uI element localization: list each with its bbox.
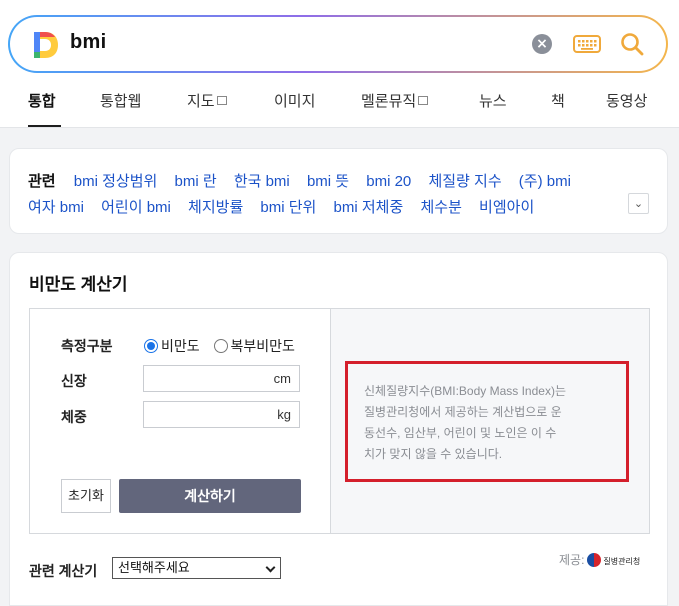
external-link-icon bbox=[216, 96, 227, 105]
info-line: 신체질량지수(BMI:Body Mass Index)는 bbox=[364, 384, 566, 398]
calculate-button[interactable]: 계산하기 bbox=[119, 479, 301, 513]
related-searches: 관련 bmi 정상범위 bmi 란 한국 bmi bmi 뜻 bmi 20 체질… bbox=[9, 148, 668, 234]
calculator-form: 측정구분 비만도 복부비만도 신장 cm 체중 kg 초기화 계산하기 bbox=[30, 309, 331, 533]
chevron-down-icon bbox=[265, 562, 276, 573]
measure-type-radio-group: 비만도 복부비만도 bbox=[144, 336, 305, 356]
tab-melon-music[interactable]: 멜론뮤직 bbox=[361, 90, 429, 111]
related-row-1: 관련 bmi 정상범위 bmi 란 한국 bmi bmi 뜻 bmi 20 체질… bbox=[28, 170, 584, 191]
provider-name: 질병관리청 bbox=[603, 557, 641, 566]
related-keyword[interactable]: bmi 저체중 bbox=[334, 199, 404, 216]
external-link-icon bbox=[418, 96, 429, 105]
height-unit: cm bbox=[273, 371, 291, 386]
provider-label: 제공: bbox=[559, 553, 585, 567]
card-title: 비만도 계산기 bbox=[29, 275, 128, 294]
reset-button[interactable]: 초기화 bbox=[61, 479, 111, 513]
info-box: 신체질량지수(BMI:Body Mass Index)는 질병관리청에서 제공하… bbox=[345, 361, 629, 482]
info-line: 질병관리청에서 제공하는 계산법으로 운 bbox=[364, 405, 562, 419]
close-circle-icon[interactable]: × bbox=[532, 34, 552, 54]
measure-type-label: 측정구분 bbox=[61, 338, 113, 354]
related-keyword[interactable]: 여자 bmi bbox=[28, 199, 84, 216]
related-keyword[interactable]: bmi 뜻 bbox=[307, 173, 349, 190]
radio-abdominal-obesity-label[interactable]: 복부비만도 bbox=[231, 338, 295, 354]
top-bar: bmi × 통합 통합웹 지도 이미지 멜론뮤직 뉴스 책 동영상 bbox=[0, 0, 679, 128]
related-keyword[interactable]: 어린이 bmi bbox=[101, 199, 171, 216]
bmi-calculator-card: 비만도 계산기 측정구분 비만도 복부비만도 신장 cm 체중 kg 초기화 계… bbox=[9, 252, 668, 606]
radio-obesity-label[interactable]: 비만도 bbox=[161, 338, 200, 354]
related-calculator-select-value: 선택해주세요 bbox=[118, 560, 190, 575]
provider-credit: 제공: 질병관리청 bbox=[559, 551, 640, 568]
keyboard-icon[interactable] bbox=[573, 34, 601, 54]
related-keyword[interactable]: 비엠아이 bbox=[479, 199, 534, 216]
tab-map-label: 지도 bbox=[187, 93, 215, 110]
radio-obesity[interactable] bbox=[144, 339, 158, 353]
divider bbox=[0, 127, 679, 128]
tab-web[interactable]: 통합웹 bbox=[100, 90, 141, 111]
tab-videos[interactable]: 동영상 bbox=[606, 90, 647, 111]
info-line: 동선수, 임산부, 어린이 및 노인은 이 수 bbox=[364, 426, 557, 440]
related-keyword[interactable]: (주) bmi bbox=[519, 173, 571, 190]
kdca-logo-icon bbox=[587, 553, 602, 567]
calculator-info-panel: 신체질량지수(BMI:Body Mass Index)는 질병관리청에서 제공하… bbox=[331, 309, 649, 533]
weight-unit: kg bbox=[277, 407, 291, 422]
chevron-down-icon[interactable]: ⌄ bbox=[628, 193, 649, 214]
tab-map[interactable]: 지도 bbox=[187, 90, 227, 111]
weight-label: 체중 bbox=[61, 409, 87, 425]
related-keyword[interactable]: bmi 20 bbox=[366, 173, 411, 190]
related-label: 관련 bbox=[28, 173, 56, 190]
related-keyword[interactable]: 체질량 지수 bbox=[428, 173, 501, 190]
related-calculator-label: 관련 계산기 bbox=[29, 563, 98, 579]
daum-logo[interactable] bbox=[32, 30, 60, 60]
info-line: 치가 맞지 않을 수 있습니다. bbox=[364, 447, 503, 461]
search-box-inner[interactable]: bmi × bbox=[10, 17, 666, 71]
search-tabs: 통합 통합웹 지도 이미지 멜론뮤직 뉴스 책 동영상 bbox=[0, 90, 679, 128]
tab-books[interactable]: 책 bbox=[551, 90, 565, 111]
height-input[interactable]: cm bbox=[143, 365, 300, 392]
related-keyword[interactable]: 체수분 bbox=[420, 199, 461, 216]
tab-news[interactable]: 뉴스 bbox=[479, 90, 507, 111]
search-box[interactable]: bmi × bbox=[8, 15, 668, 73]
related-keyword[interactable]: 한국 bmi bbox=[234, 173, 290, 190]
weight-input[interactable]: kg bbox=[143, 401, 300, 428]
magnifier-icon[interactable] bbox=[619, 31, 645, 57]
calculator-box: 측정구분 비만도 복부비만도 신장 cm 체중 kg 초기화 계산하기 신체질량… bbox=[29, 308, 650, 534]
related-keyword[interactable]: 체지방률 bbox=[188, 199, 243, 216]
radio-abdominal-obesity[interactable] bbox=[213, 339, 228, 353]
search-input[interactable]: bmi bbox=[70, 31, 106, 54]
related-keyword[interactable]: bmi 단위 bbox=[260, 199, 316, 216]
tab-all[interactable]: 통합 bbox=[28, 90, 56, 111]
related-keyword[interactable]: bmi 란 bbox=[175, 173, 217, 190]
related-row-2: 여자 bmi 어린이 bmi 체지방률 bmi 단위 bmi 저체중 체수분 비… bbox=[28, 196, 547, 217]
tab-images[interactable]: 이미지 bbox=[274, 90, 315, 111]
height-label: 신장 bbox=[61, 373, 87, 389]
related-calculator-select[interactable]: 선택해주세요 bbox=[112, 557, 281, 579]
related-keyword[interactable]: bmi 정상범위 bbox=[74, 173, 158, 190]
tab-melon-music-label: 멜론뮤직 bbox=[361, 93, 417, 110]
